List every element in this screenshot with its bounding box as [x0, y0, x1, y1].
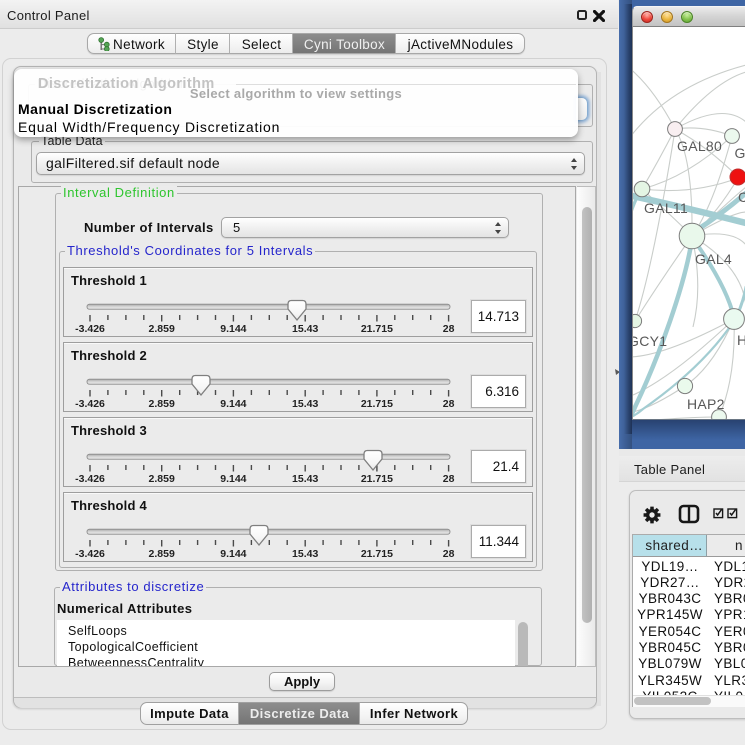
svg-text:15.43: 15.43: [292, 398, 318, 410]
svg-text:2.859: 2.859: [149, 473, 175, 485]
svg-text:21.715: 21.715: [361, 398, 393, 410]
svg-text:15.43: 15.43: [292, 323, 318, 335]
svg-text:2.859: 2.859: [149, 323, 175, 335]
svg-text:28: 28: [443, 473, 455, 485]
svg-text:15.43: 15.43: [292, 473, 318, 485]
svg-text:GAL80: GAL80: [677, 138, 722, 154]
svg-text:GCY1: GCY1: [633, 333, 667, 349]
svg-text:HAP2: HAP2: [687, 396, 725, 412]
svg-text:-3.426: -3.426: [75, 398, 105, 410]
svg-text:9.144: 9.144: [220, 548, 246, 560]
svg-text:GAL11: GAL11: [644, 200, 688, 216]
svg-text:21.715: 21.715: [361, 473, 393, 485]
svg-text:21.715: 21.715: [361, 548, 393, 560]
svg-text:28: 28: [443, 323, 455, 335]
svg-text:28: 28: [443, 548, 455, 560]
svg-text:9.144: 9.144: [220, 398, 246, 410]
svg-text:CY: CY: [738, 189, 745, 205]
svg-text:GAL4: GAL4: [695, 251, 732, 267]
svg-text:HA: HA: [737, 332, 745, 348]
svg-text:28: 28: [443, 398, 455, 410]
svg-text:-3.426: -3.426: [75, 548, 105, 560]
svg-text:2.859: 2.859: [149, 548, 175, 560]
svg-text:9.144: 9.144: [220, 473, 246, 485]
svg-text:15.43: 15.43: [292, 548, 318, 560]
svg-text:-3.426: -3.426: [75, 473, 105, 485]
svg-text:-3.426: -3.426: [75, 323, 105, 335]
svg-text:GA: GA: [735, 145, 745, 161]
svg-text:9.144: 9.144: [220, 323, 246, 335]
svg-text:2.859: 2.859: [149, 398, 175, 410]
svg-text:21.715: 21.715: [361, 323, 393, 335]
